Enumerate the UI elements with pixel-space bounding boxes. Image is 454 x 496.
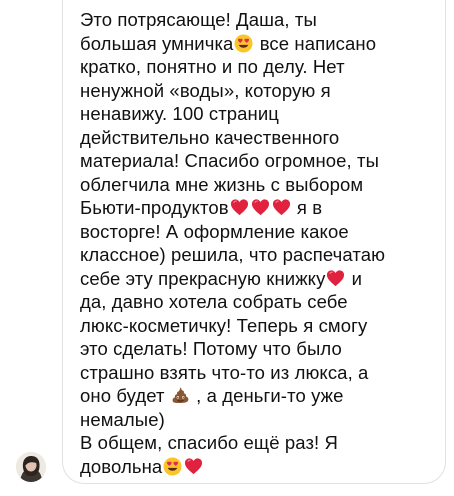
message-text: Это потрясающе! Даша, ты большая умничка …	[80, 8, 446, 478]
message-line: действительно качественного	[80, 126, 446, 150]
message-line: В общем, спасибо ещё раз! Я	[80, 431, 446, 455]
red-heart-icon	[184, 457, 203, 476]
message-line: оно будет , а деньги-то уже	[80, 384, 446, 408]
message-line: большая умничка все написано	[80, 32, 446, 56]
message-text-segment: себе эту прекрасную книжку	[80, 267, 326, 289]
message-text-segment: и	[346, 267, 363, 289]
message-line: немалые)	[80, 408, 446, 432]
sender-avatar[interactable]	[16, 452, 46, 482]
user-avatar-icon	[16, 452, 46, 482]
message-text-segment: большая умничка	[80, 32, 234, 54]
message-line: классное) решила, что распечатаю	[80, 243, 446, 267]
heart-eyes-icon	[163, 456, 182, 476]
red-heart-icon	[326, 269, 345, 288]
message-line: Это потрясающе! Даша, ты	[80, 8, 446, 32]
message-line: материала! Спасибо огромное, ты	[80, 149, 446, 173]
message-line: страшно взять что-то из люкса, а	[80, 361, 446, 385]
message-text-segment: я в	[291, 197, 323, 218]
message-text-segment: это сделать! Потому что было	[80, 338, 342, 359]
message-text-segment: оно будет	[80, 385, 170, 406]
message-text-segment: довольна	[80, 455, 163, 477]
message-line: ненужной «воды», которую я	[80, 79, 446, 103]
message-text-segment: материала! Спасибо огромное, ты	[80, 150, 379, 171]
message-text-segment: кратко, понятно и по делу. Нет	[80, 56, 345, 77]
message-line: довольна	[80, 455, 446, 479]
message-text-segment: Бьюти-продуктов	[80, 197, 229, 218]
message-text-segment: облегчила мне жизнь с выбором	[80, 173, 364, 195]
message-text-segment: люкс-косметичку! Теперь я смогу	[80, 314, 368, 336]
message-line: себе эту прекрасную книжку и	[80, 267, 446, 291]
red-heart-icon	[272, 198, 291, 217]
poop-icon	[171, 386, 190, 405]
message-text-segment: ненавижу. 100 страниц	[80, 103, 279, 124]
message-text-segment: да, давно хотела собрать себе	[80, 291, 348, 312]
message-line: это сделать! Потому что было	[80, 337, 446, 361]
message-text-segment: немалые)	[80, 408, 165, 430]
message-line: кратко, понятно и по делу. Нет	[80, 55, 446, 79]
message-text-segment: все написано	[254, 32, 377, 54]
heart-eyes-icon	[234, 33, 253, 53]
message-line: Бьюти-продуктов я в	[80, 196, 446, 220]
message-line: облегчила мне жизнь с выбором	[80, 173, 446, 197]
message-line: да, давно хотела собрать себе	[80, 290, 446, 314]
red-heart-icon	[230, 198, 249, 217]
message-line: ненавижу. 100 страниц	[80, 102, 446, 126]
message-text-segment: действительно качественного	[80, 126, 340, 148]
message-text-segment: страшно взять что-то из люкса, а	[80, 361, 369, 383]
message-text-segment: восторге! А оформление какое	[80, 220, 349, 242]
message-text-segment: Это потрясающе! Даша, ты	[80, 9, 317, 30]
message-text-segment: В общем, спасибо ещё раз! Я	[80, 432, 338, 453]
message-line: восторге! А оформление какое	[80, 220, 446, 244]
message-text-segment: , а деньги-то уже	[190, 385, 344, 406]
message-text-segment: классное) решила, что распечатаю	[80, 244, 386, 265]
message-line: люкс-косметичку! Теперь я смогу	[80, 314, 446, 338]
red-heart-icon	[251, 198, 270, 217]
message-text-segment: ненужной «воды», которую я	[80, 79, 331, 101]
